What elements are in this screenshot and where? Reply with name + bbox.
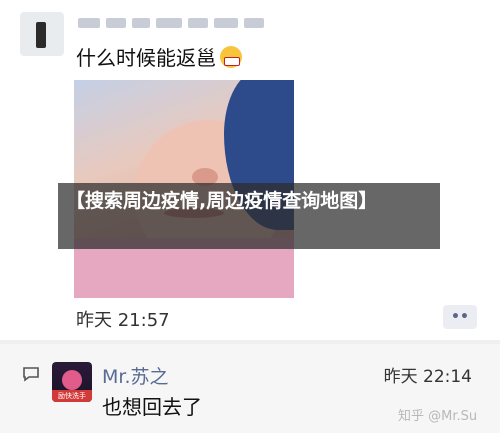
sender-avatar[interactable] [20,12,64,56]
more-button[interactable]: •• [443,305,477,329]
comment-icon[interactable] [22,366,40,382]
avatar-figure [36,22,46,48]
reply-author-name[interactable]: Mr.苏之 [102,362,169,389]
chat-card: 什么时候能返邕 昨天 21:57 •• [0,0,500,340]
reply-time: 昨天 22:14 [383,367,472,387]
reply-section: 励快洗手 Mr.苏之 昨天 22:14 也想回去了 知乎 @Mr.Su [0,344,500,433]
chat-message-text: 什么时候能返邕 [76,46,216,70]
reply-avatar[interactable]: 励快洗手 [52,362,92,402]
avatar-tag: 励快洗手 [52,390,92,402]
blurred-sender-name [78,14,268,32]
post-time: 昨天 21:57 [76,310,170,331]
mask-face-icon [220,46,242,68]
chat-message: 什么时候能返邕 [76,42,242,71]
title-overlay: 【搜索周边疫情,周边疫情查询地图】 [66,190,378,212]
reply-message: 也想回去了 [102,395,202,419]
avatar-sun [62,370,82,390]
watermark: 知乎 @Mr.Su [398,409,478,424]
